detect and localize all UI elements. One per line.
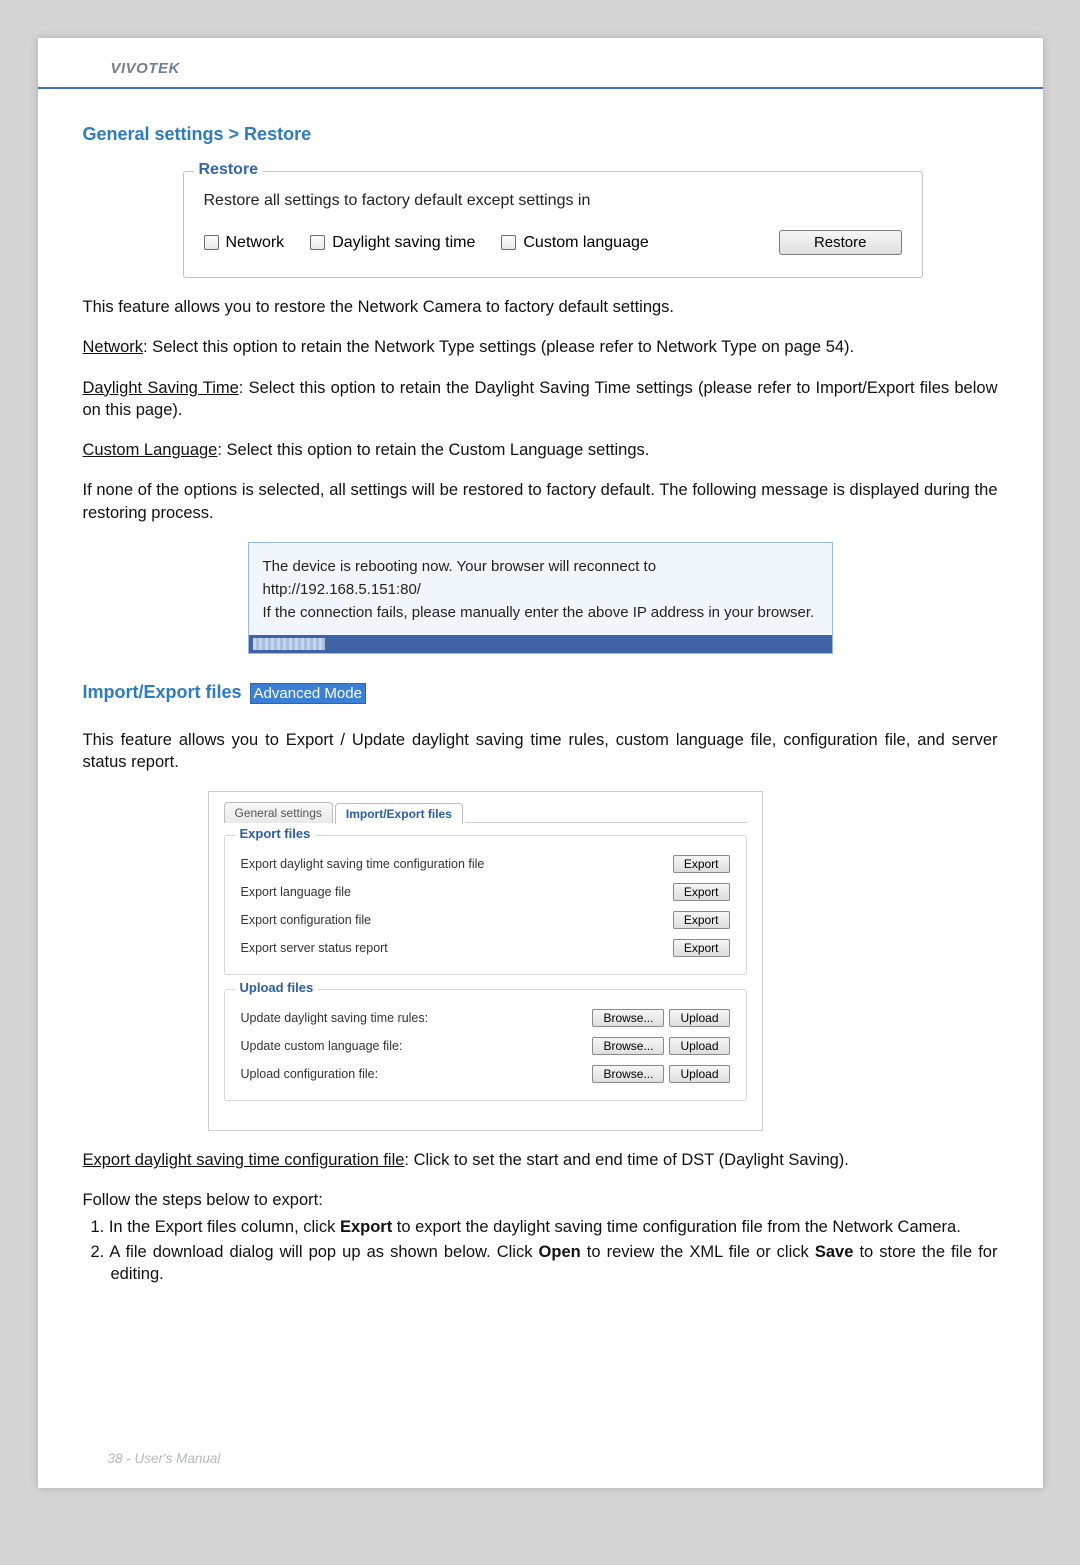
section-title-restore: General settings > Restore xyxy=(83,124,998,145)
para-export-dst: Export daylight saving time configuratio… xyxy=(83,1149,998,1171)
export-row-dst-label: Export daylight saving time configuratio… xyxy=(241,857,673,871)
progress-bar-icon xyxy=(253,638,325,650)
checkbox-icon xyxy=(501,235,516,250)
para-network-text: : Select this option to retain the Netwo… xyxy=(143,338,854,356)
checkbox-icon xyxy=(204,235,219,250)
para-network-label: Network xyxy=(83,338,144,356)
para-ie-intro: This feature allows you to Export / Upda… xyxy=(83,729,998,774)
restore-instruction: Restore all settings to factory default … xyxy=(204,192,902,210)
export-row-status-label: Export server status report xyxy=(241,941,673,955)
para-lang-text: : Select this option to retain the Custo… xyxy=(217,441,649,459)
reboot-line-1: The device is rebooting now. Your browse… xyxy=(263,555,818,602)
para-lang-label: Custom Language xyxy=(83,441,218,459)
checkbox-icon xyxy=(310,235,325,250)
browse-config-button[interactable]: Browse... xyxy=(592,1065,664,1083)
export-row-status: Export server status report Export xyxy=(241,934,730,962)
import-export-panel: General settings Import/Export files Exp… xyxy=(208,791,763,1131)
upload-row-config-label: Upload configuration file: xyxy=(241,1067,593,1081)
export-files-legend: Export files xyxy=(235,826,316,841)
para-dst: Daylight Saving Time: Select this option… xyxy=(83,377,998,422)
step-1: 1. In the Export files column, click Exp… xyxy=(83,1216,998,1238)
upload-row-dst-label: Update daylight saving time rules: xyxy=(241,1011,593,1025)
section-title-ie-text: Import/Export files xyxy=(83,682,242,702)
brand-label: VIVOTEK xyxy=(83,58,998,87)
reboot-line-2: If the connection fails, please manually… xyxy=(263,601,818,624)
export-dst-label: Export daylight saving time configuratio… xyxy=(83,1151,405,1169)
checkbox-custom-language[interactable]: Custom language xyxy=(501,234,648,252)
para-lang: Custom Language: Select this option to r… xyxy=(83,439,998,461)
upload-config-button[interactable]: Upload xyxy=(669,1065,729,1083)
section-title-import-export: Import/Export files Advanced Mode xyxy=(83,682,998,703)
upload-row-language-label: Update custom language file: xyxy=(241,1039,593,1053)
upload-row-dst: Update daylight saving time rules: Brows… xyxy=(241,1004,730,1032)
export-row-dst: Export daylight saving time configuratio… xyxy=(241,850,730,878)
reboot-progress xyxy=(249,635,832,653)
checkbox-dst-label: Daylight saving time xyxy=(332,234,475,252)
para-dst-label: Daylight Saving Time xyxy=(83,379,239,397)
browse-dst-button[interactable]: Browse... xyxy=(592,1009,664,1027)
upload-files-legend: Upload files xyxy=(235,980,319,995)
tab-import-export[interactable]: Import/Export files xyxy=(335,803,463,824)
para-none: If none of the options is selected, all … xyxy=(83,479,998,524)
checkbox-dst[interactable]: Daylight saving time xyxy=(310,234,475,252)
step-2: 2. A file download dialog will pop up as… xyxy=(83,1241,998,1286)
upload-language-button[interactable]: Upload xyxy=(669,1037,729,1055)
export-row-config: Export configuration file Export xyxy=(241,906,730,934)
upload-row-config: Upload configuration file: Browse... Upl… xyxy=(241,1060,730,1088)
export-config-button[interactable]: Export xyxy=(673,911,730,929)
export-dst-button[interactable]: Export xyxy=(673,855,730,873)
para-network: Network: Select this option to retain th… xyxy=(83,336,998,358)
restore-legend: Restore xyxy=(194,161,264,179)
export-dst-text: : Click to set the start and end time of… xyxy=(404,1151,848,1169)
page-footer: 38 - User's Manual xyxy=(108,1451,221,1466)
follow-steps: Follow the steps below to export: xyxy=(83,1189,998,1211)
upload-files-fieldset: Upload files Update daylight saving time… xyxy=(224,989,747,1101)
tabs-rule xyxy=(465,822,747,823)
restore-button[interactable]: Restore xyxy=(779,230,902,255)
reboot-message-box: The device is rebooting now. Your browse… xyxy=(248,542,833,654)
tab-general-settings[interactable]: General settings xyxy=(224,802,333,823)
browse-language-button[interactable]: Browse... xyxy=(592,1037,664,1055)
restore-fieldset: Restore Restore all settings to factory … xyxy=(183,171,923,278)
export-row-config-label: Export configuration file xyxy=(241,913,673,927)
export-row-language-label: Export language file xyxy=(241,885,673,899)
checkbox-network-label: Network xyxy=(226,234,285,252)
export-files-fieldset: Export files Export daylight saving time… xyxy=(224,835,747,975)
upload-dst-button[interactable]: Upload xyxy=(669,1009,729,1027)
export-status-button[interactable]: Export xyxy=(673,939,730,957)
header-rule xyxy=(38,87,1043,89)
checkbox-network[interactable]: Network xyxy=(204,234,285,252)
advanced-mode-badge: Advanced Mode xyxy=(250,683,366,704)
export-language-button[interactable]: Export xyxy=(673,883,730,901)
para-intro: This feature allows you to restore the N… xyxy=(83,296,998,318)
export-row-language: Export language file Export xyxy=(241,878,730,906)
checkbox-lang-label: Custom language xyxy=(523,234,648,252)
upload-row-language: Update custom language file: Browse... U… xyxy=(241,1032,730,1060)
